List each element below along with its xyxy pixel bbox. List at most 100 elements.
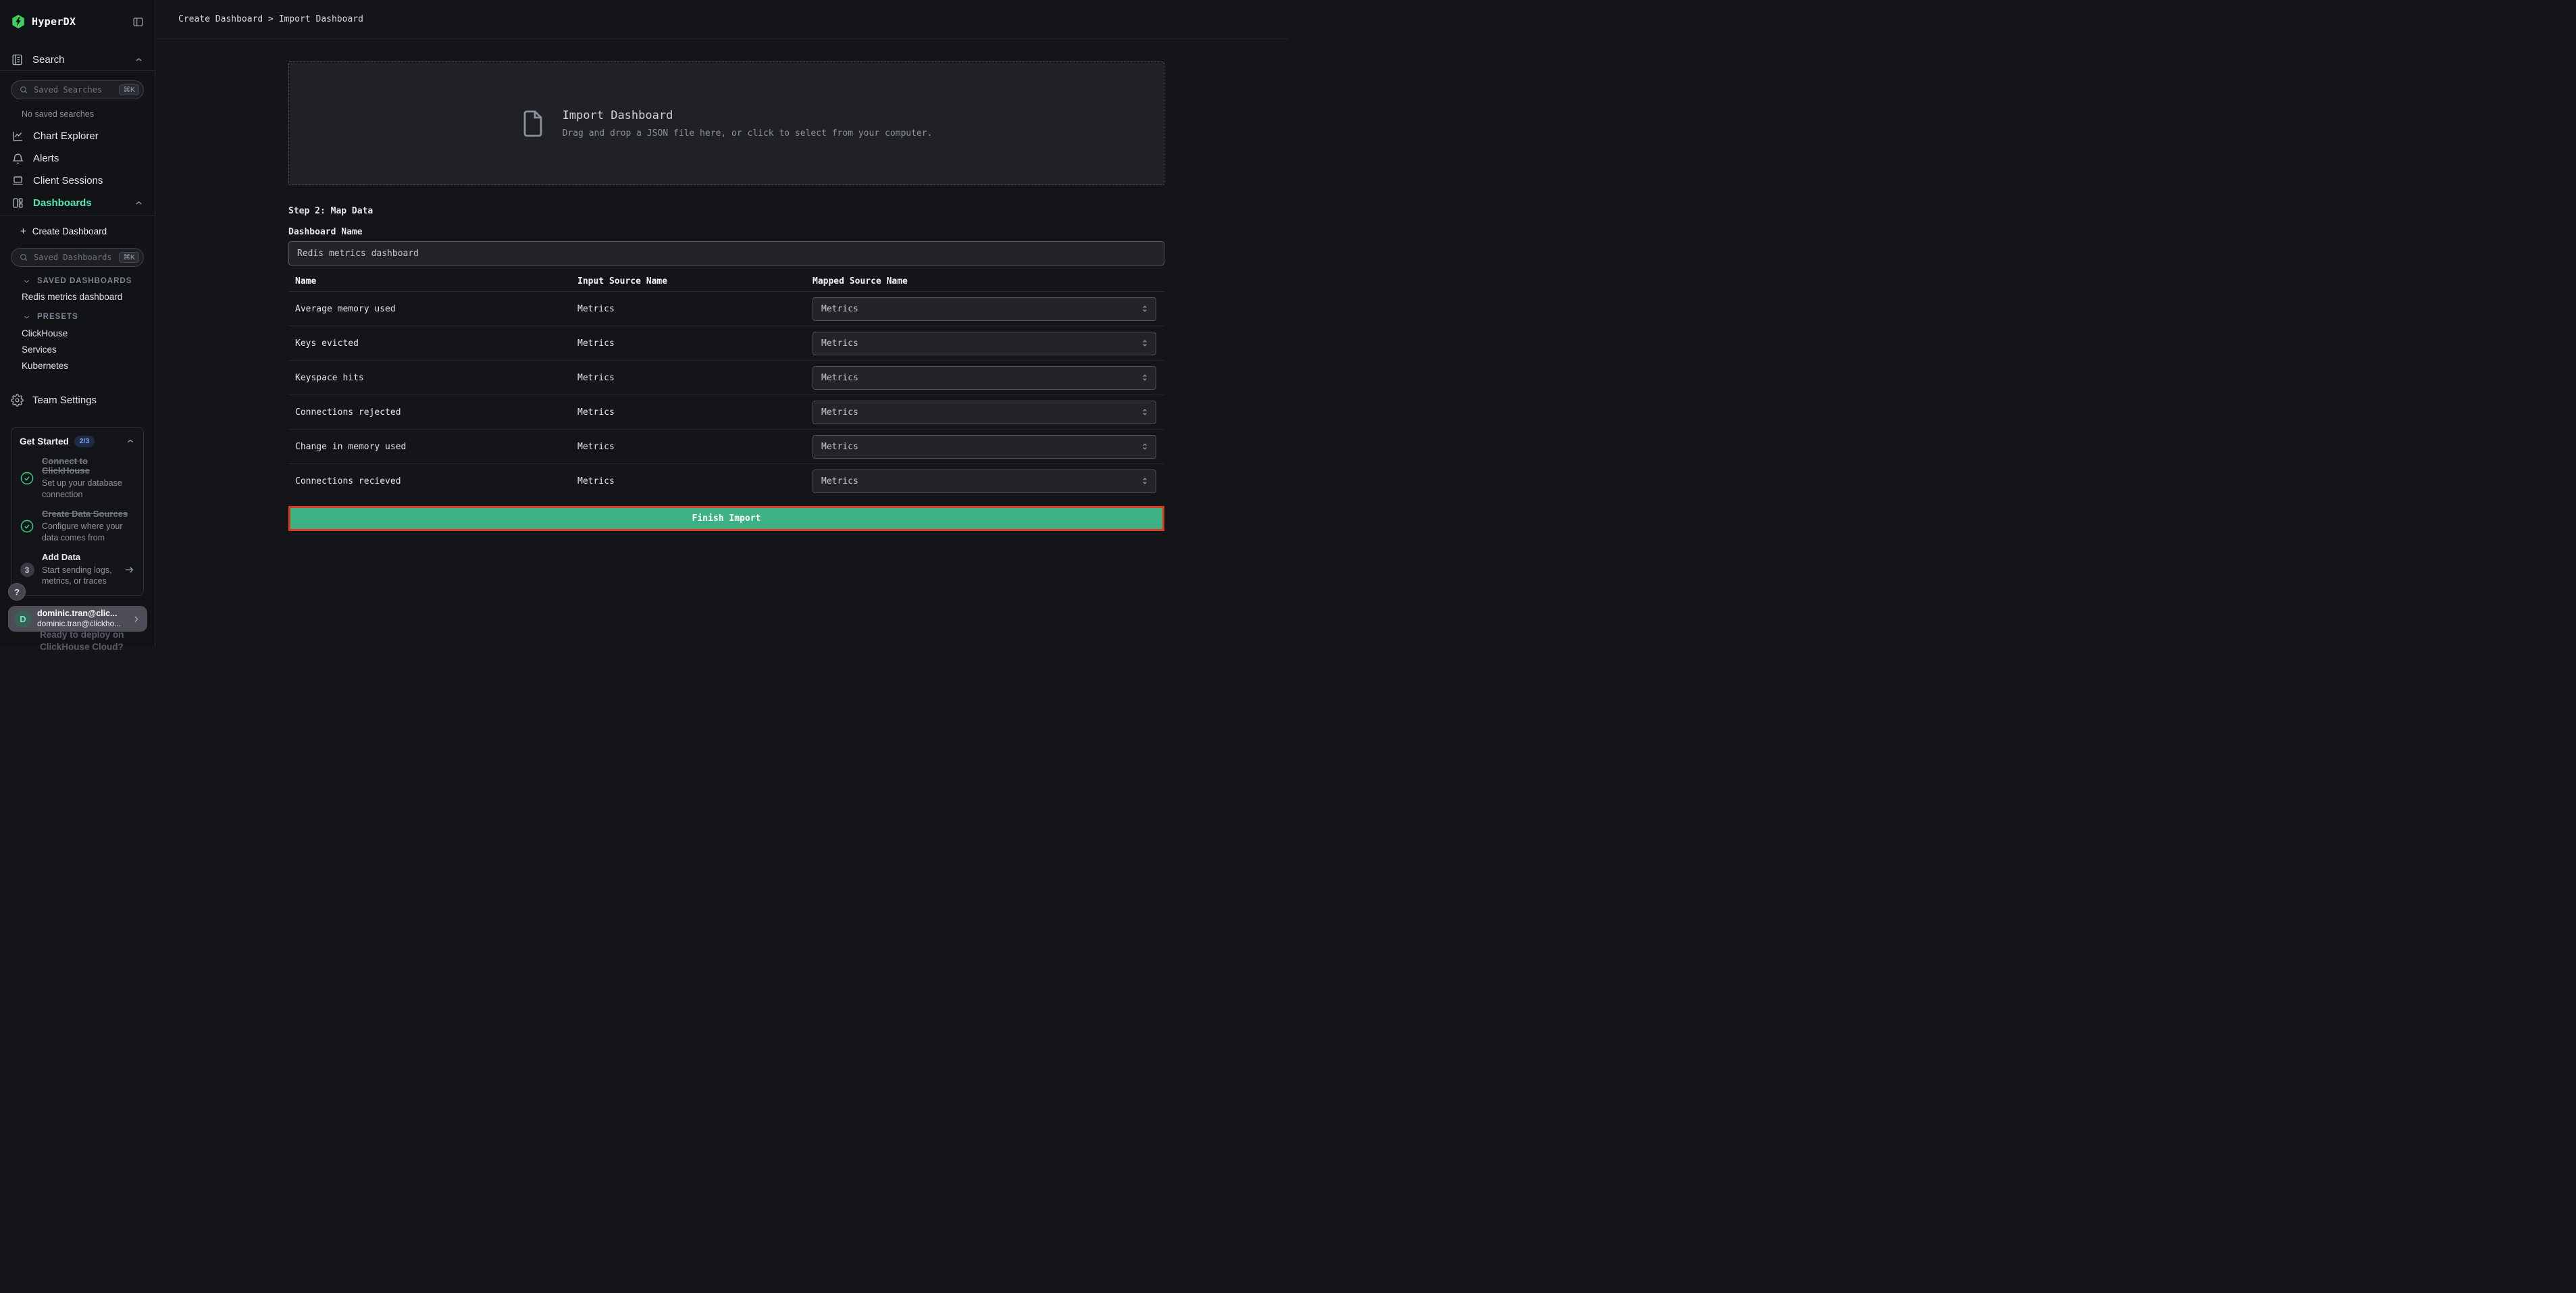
select-chevrons-icon: [1140, 476, 1150, 486]
check-circle-icon: [20, 519, 34, 534]
cell-name: Keyspace hits: [288, 373, 577, 383]
check-circle-icon: [20, 471, 34, 486]
mapped-source-select[interactable]: Metrics: [813, 332, 1156, 355]
select-value: Metrics: [821, 476, 858, 486]
page-header: Create Dashboard > Import Dashboard: [156, 0, 1288, 39]
select-value: Metrics: [821, 407, 858, 417]
dropzone-title: Import Dashboard: [563, 109, 933, 122]
search-icon: [19, 85, 28, 95]
sidebar-item-team-settings[interactable]: Team Settings: [0, 389, 155, 411]
saved-dashboards-input[interactable]: Saved Dashboards ⌘K: [11, 248, 144, 267]
dropzone-inner: Import Dashboard Drag and drop a JSON fi…: [521, 109, 933, 138]
mapped-source-select[interactable]: Metrics: [813, 366, 1156, 390]
main-area: Create Dashboard > Import Dashboard Impo…: [156, 0, 1288, 646]
cell-name: Connections rejected: [288, 407, 577, 417]
arrow-right-icon: [124, 564, 135, 576]
sidebar-item-chart-explorer[interactable]: Chart Explorer: [0, 125, 155, 147]
json-dropzone[interactable]: Import Dashboard Drag and drop a JSON fi…: [288, 61, 1164, 185]
column-header-name: Name: [288, 276, 577, 286]
nav-label: Dashboards: [33, 197, 92, 209]
gear-icon: [11, 394, 24, 407]
create-dashboard-button[interactable]: + Create Dashboard: [0, 224, 155, 238]
deploy-promo-line2: ClickHouse Cloud?: [40, 641, 124, 653]
get-started-card: Get Started 2/3 Connect to ClickHouse Se…: [11, 427, 144, 596]
get-started-title: Get Started: [20, 436, 69, 447]
sidebar: HyperDX Search Saved Searches ⌘K N: [0, 0, 155, 646]
cell-input-source: Metrics: [577, 304, 813, 314]
cell-name: Average memory used: [288, 304, 577, 314]
task-connect-to-clickhouse[interactable]: Connect to ClickHouse Set up your databa…: [20, 457, 135, 501]
dashboard-name-input[interactable]: [288, 241, 1164, 265]
cell-mapped-source: Metrics: [813, 470, 1164, 493]
plus-icon: +: [20, 226, 26, 237]
select-chevrons-icon: [1140, 407, 1150, 417]
table-row: Keyspace hits Metrics Metrics: [288, 361, 1164, 395]
nav-label: Client Sessions: [33, 175, 103, 186]
select-chevrons-icon: [1140, 442, 1150, 451]
search-icon: [19, 253, 28, 262]
section-label: SAVED DASHBOARDS: [37, 277, 132, 285]
saved-searches-input[interactable]: Saved Searches ⌘K: [11, 80, 144, 99]
sidebar-item-search[interactable]: Search: [0, 49, 155, 71]
cell-input-source: Metrics: [577, 476, 813, 486]
select-chevrons-icon: [1140, 304, 1150, 313]
sidebar-item-dashboards[interactable]: Dashboards: [0, 192, 155, 214]
sidebar-item-redis-metrics-dashboard[interactable]: Redis metrics dashboard: [0, 291, 155, 303]
task-title: Connect to ClickHouse: [42, 457, 135, 476]
table-row: Keys evicted Metrics Metrics: [288, 326, 1164, 361]
chevron-up-icon: [134, 198, 144, 208]
cell-input-source: Metrics: [577, 338, 813, 349]
sidebar-collapse-button[interactable]: [132, 16, 144, 28]
cell-mapped-source: Metrics: [813, 401, 1164, 424]
task-create-data-sources[interactable]: Create Data Sources Configure where your…: [20, 509, 135, 543]
finish-import-button[interactable]: Finish Import: [288, 506, 1164, 531]
app-logo[interactable]: HyperDX: [11, 14, 76, 29]
chevron-up-icon: [134, 55, 144, 65]
task-add-data[interactable]: 3 Add Data Start sending logs, metrics, …: [20, 553, 135, 586]
task-subtitle: Start sending logs, metrics, or traces: [42, 565, 116, 587]
cell-input-source: Metrics: [577, 407, 813, 417]
sidebar-item-clickhouse[interactable]: ClickHouse: [0, 328, 155, 339]
get-started-header[interactable]: Get Started 2/3: [20, 436, 135, 447]
task-title: Add Data: [42, 553, 116, 562]
cell-mapped-source: Metrics: [813, 366, 1164, 390]
deploy-promo-text: Ready to deploy on ClickHouse Cloud?: [40, 629, 124, 653]
table-row: Connections recieved Metrics Metrics: [288, 464, 1164, 498]
user-menu[interactable]: D dominic.tran@clic... dominic.tran@clic…: [8, 606, 147, 632]
mapped-source-select[interactable]: Metrics: [813, 435, 1156, 459]
mapped-source-select[interactable]: Metrics: [813, 470, 1156, 493]
saved-dashboards-section-header[interactable]: SAVED DASHBOARDS: [0, 276, 155, 286]
logo-row: HyperDX: [0, 11, 155, 32]
task-subtitle: Set up your database connection: [42, 478, 135, 500]
column-header-input-source: Input Source Name: [577, 276, 813, 286]
chevron-up-icon: [126, 436, 135, 446]
user-info: dominic.tran@clic... dominic.tran@clickh…: [37, 609, 126, 630]
task-text: Add Data Start sending logs, metrics, or…: [42, 553, 116, 586]
avatar: D: [14, 610, 32, 628]
mapping-table: Name Input Source Name Mapped Source Nam…: [288, 271, 1164, 498]
sidebar-item-client-sessions[interactable]: Client Sessions: [0, 170, 155, 192]
presets-section-header[interactable]: PRESETS: [0, 311, 155, 322]
task-title: Create Data Sources: [42, 509, 135, 519]
select-value: Metrics: [821, 373, 858, 383]
select-chevrons-icon: [1140, 373, 1150, 382]
table-header-row: Name Input Source Name Mapped Source Nam…: [288, 271, 1164, 292]
table-row: Change in memory used Metrics Metrics: [288, 430, 1164, 464]
no-saved-searches-text: No saved searches: [22, 109, 155, 120]
user-name: dominic.tran@clic...: [37, 609, 126, 619]
nav-label: Alerts: [33, 153, 59, 164]
sidebar-item-services[interactable]: Services: [0, 344, 155, 355]
help-button[interactable]: ?: [8, 583, 26, 601]
file-icon: [521, 109, 545, 138]
dropzone-subtitle: Drag and drop a JSON file here, or click…: [563, 128, 933, 138]
get-started-progress-badge: 2/3: [74, 436, 95, 447]
shortcut-badge: ⌘K: [119, 84, 139, 96]
chart-icon: [11, 130, 24, 143]
sidebar-item-kubernetes[interactable]: Kubernetes: [0, 360, 155, 372]
table-row: Average memory used Metrics Metrics: [288, 292, 1164, 326]
sidebar-item-alerts[interactable]: Alerts: [0, 147, 155, 170]
nav-label: Chart Explorer: [33, 130, 99, 142]
mapped-source-select[interactable]: Metrics: [813, 401, 1156, 424]
task-text: Create Data Sources Configure where your…: [42, 509, 135, 543]
mapped-source-select[interactable]: Metrics: [813, 297, 1156, 321]
